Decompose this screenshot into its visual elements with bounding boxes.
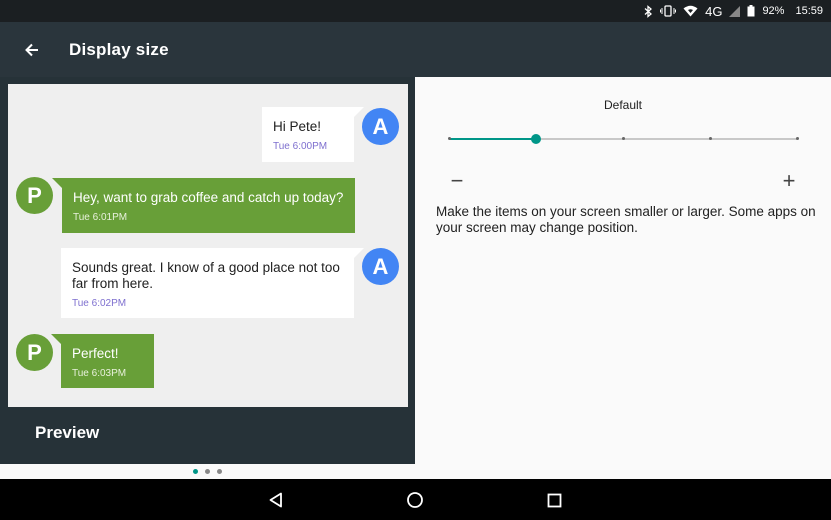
bluetooth-icon [644, 4, 653, 18]
page-dot-active[interactable] [193, 469, 198, 474]
recents-square-icon [547, 493, 561, 507]
conversation-preview: Hi Pete! Tue 6:00PM A P Hey, want to gra… [8, 84, 408, 407]
message-text: Sounds great. I know of a good place not… [72, 260, 340, 291]
slider-thumb[interactable] [531, 134, 541, 144]
slider-tick [795, 137, 799, 140]
battery-icon [747, 4, 755, 18]
slider-tick [621, 137, 625, 140]
message-text: Hey, want to grab coffee and catch up to… [73, 190, 344, 205]
avatar-initial: P [27, 182, 42, 208]
navigation-bar [0, 479, 831, 520]
message-text: Perfect! [72, 346, 119, 361]
message-bubble-incoming: Perfect! Tue 6:03PM [61, 334, 154, 388]
page-dot[interactable] [205, 469, 210, 474]
arrow-back-icon [25, 43, 38, 56]
message-time: Tue 6:03PM [72, 368, 127, 379]
home-circle-icon [407, 492, 423, 508]
avatar: A [362, 248, 399, 285]
battery-percent: 92% [762, 5, 785, 17]
preview-pane[interactable]: Hi Pete! Tue 6:00PM A P Hey, want to gra… [0, 77, 415, 464]
avatar-initial: P [27, 339, 42, 365]
nav-recents-button[interactable] [542, 488, 566, 512]
back-triangle-icon [269, 492, 282, 508]
bubble-tail [52, 178, 62, 188]
page-indicator [0, 464, 415, 479]
vibrate-icon [660, 4, 677, 18]
message-time: Tue 6:00PM [273, 141, 328, 152]
slider-tick [447, 137, 451, 140]
network-type: 4G [705, 3, 723, 19]
avatar-initial: A [372, 113, 389, 139]
bubble-tail [51, 334, 61, 344]
message-time: Tue 6:01PM [73, 212, 128, 223]
description-text: Make the items on your screen smaller or… [436, 204, 816, 235]
nav-back-button[interactable] [264, 488, 288, 512]
bubble-tail [354, 107, 364, 117]
status-bar: 4G 92% 15:59 [0, 0, 831, 22]
preview-label: Preview [35, 423, 100, 442]
avatar-initial: A [372, 253, 389, 279]
avatar: P [16, 177, 53, 214]
wifi-icon [683, 4, 698, 18]
current-size-label: Default [603, 98, 643, 112]
settings-pane: Default − + Make the items on your scree… [415, 77, 831, 479]
message-time: Tue 6:02PM [72, 298, 127, 309]
app-bar: Display size [0, 22, 831, 77]
message-text: Hi Pete! [273, 119, 322, 134]
signal-icon [729, 4, 741, 18]
slider-fill [449, 138, 536, 140]
nav-home-button[interactable] [403, 488, 427, 512]
increase-size-button[interactable]: + [777, 168, 801, 193]
message-bubble-incoming: Hey, want to grab coffee and catch up to… [62, 178, 355, 233]
back-button[interactable] [9, 27, 55, 73]
avatar: A [362, 108, 399, 145]
bubble-tail [354, 248, 364, 258]
page-title: Display size [69, 39, 169, 59]
message-bubble-outgoing: Hi Pete! Tue 6:00PM [262, 107, 354, 162]
clock: 15:59 [795, 5, 823, 17]
display-size-slider[interactable] [447, 129, 799, 149]
page-dot[interactable] [217, 469, 222, 474]
decrease-size-button[interactable]: − [445, 168, 469, 193]
message-bubble-outgoing: Sounds great. I know of a good place not… [61, 248, 354, 318]
slider-tick [708, 137, 712, 140]
avatar: P [16, 334, 53, 371]
